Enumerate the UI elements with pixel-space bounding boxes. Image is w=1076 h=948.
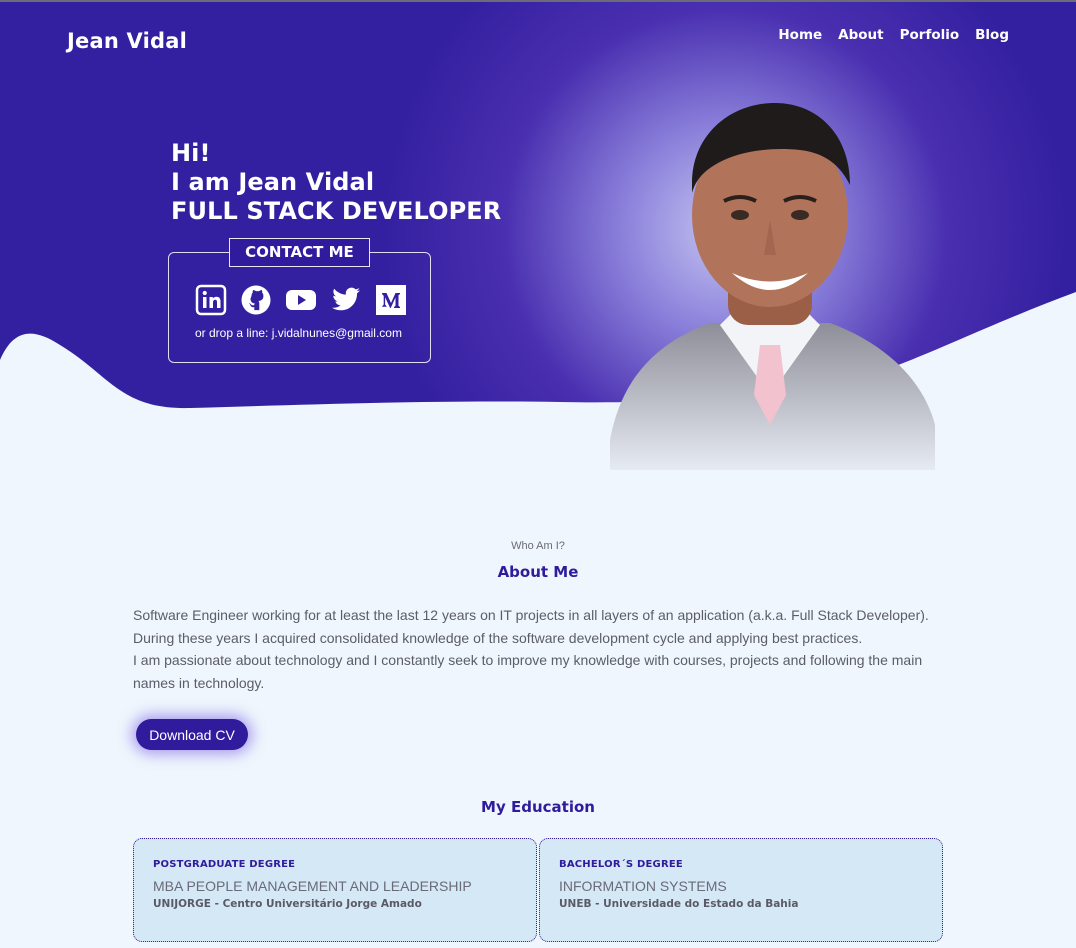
education-level: BACHELOR´S DEGREE: [559, 859, 683, 870]
contact-me-button[interactable]: CONTACT ME: [229, 238, 370, 267]
education-title: My Education: [481, 798, 595, 816]
twitter-icon[interactable]: [329, 283, 362, 316]
linkedin-icon[interactable]: [194, 283, 227, 316]
nav-home[interactable]: Home: [778, 27, 822, 43]
download-cv-button[interactable]: Download CV: [136, 719, 248, 750]
social-links: [194, 283, 407, 316]
youtube-icon[interactable]: [284, 283, 317, 316]
education-institution: UNEB - Universidade do Estado da Bahia: [559, 898, 799, 910]
education-card: POSTGRADUATE DEGREE MBA PEOPLE MANAGEMEN…: [133, 838, 537, 942]
hero-greeting: Hi!: [171, 139, 211, 167]
profile-photo: [610, 103, 935, 470]
about-paragraph: Software Engineer working for at least t…: [133, 607, 929, 623]
nav-blog[interactable]: Blog: [975, 27, 1009, 43]
hero-name: I am Jean Vidal: [171, 168, 375, 196]
hero-headline: Hi! I am Jean Vidal FULL STACK DEVELOPER: [171, 139, 501, 226]
about-paragraph: I am passionate about technology and I c…: [133, 652, 923, 691]
about-title: About Me: [497, 563, 579, 581]
medium-icon[interactable]: [374, 283, 407, 316]
about-text: Software Engineer working for at least t…: [133, 604, 953, 694]
education-institution: UNIJORGE - Centro Universitário Jorge Am…: [153, 898, 422, 910]
about-paragraph: During these years I acquired consolidat…: [133, 629, 863, 646]
education-level: POSTGRADUATE DEGREE: [153, 859, 296, 870]
hero-section: Jean Vidal Home About Porfolio Blog Hi! …: [0, 0, 1076, 480]
github-icon[interactable]: [239, 283, 272, 316]
site-logo[interactable]: Jean Vidal: [67, 29, 187, 53]
nav-about[interactable]: About: [838, 27, 883, 43]
main-nav: Home About Porfolio Blog: [778, 27, 1009, 43]
contact-email-line[interactable]: or drop a line: j.vidalnunes@gmail.com: [195, 326, 402, 340]
hero-role: FULL STACK DEVELOPER: [171, 197, 502, 225]
about-kicker: Who Am I?: [511, 540, 565, 552]
education-card: BACHELOR´S DEGREE INFORMATION SYSTEMS UN…: [539, 838, 943, 942]
window-top-border: [0, 0, 1076, 2]
education-course: MBA PEOPLE MANAGEMENT AND LEADERSHIP: [153, 878, 472, 894]
education-course: INFORMATION SYSTEMS: [559, 878, 727, 894]
nav-portfolio[interactable]: Porfolio: [900, 27, 960, 43]
